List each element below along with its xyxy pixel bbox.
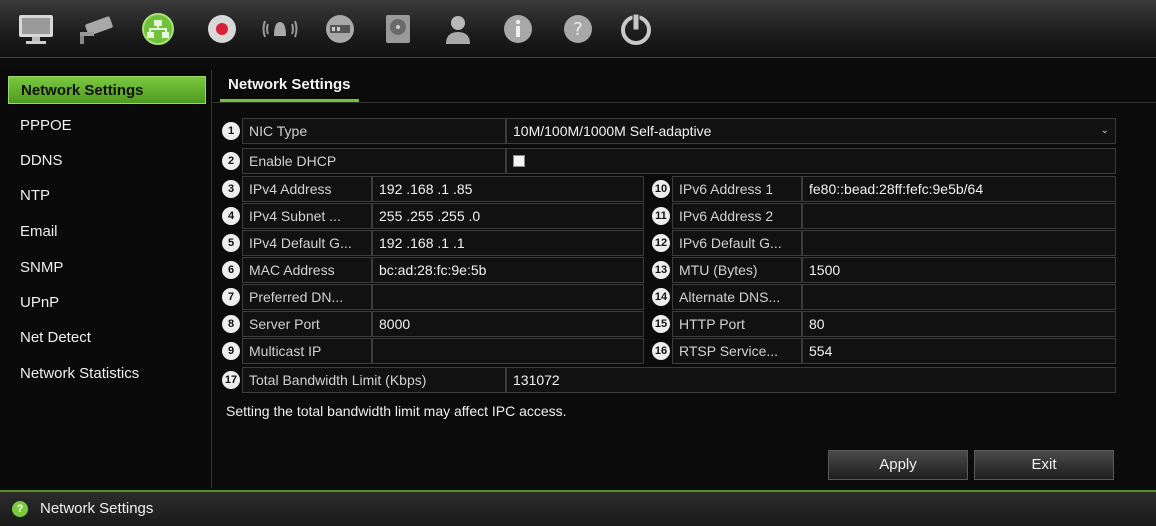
callout-number: 12: [652, 234, 670, 252]
enable-dhcp-row: 2 Enable DHCP: [222, 148, 1118, 174]
sidebar-item-network-settings[interactable]: Network Settings: [8, 76, 206, 104]
callout-number: 1: [222, 122, 240, 140]
http-port-label: HTTP Port: [672, 311, 802, 337]
field-row: 5 IPv4 Default G... 192 .168 .1 .1 12 IP…: [222, 230, 1118, 256]
sidebar-item-ddns[interactable]: DDNS: [8, 147, 206, 175]
sidebar: Network Settings PPPOE DDNS NTP Email SN…: [0, 70, 212, 488]
tab-divider: [212, 102, 1156, 103]
mtu-label: MTU (Bytes): [672, 257, 802, 283]
camera-icon[interactable]: [74, 10, 118, 48]
power-icon[interactable]: [614, 10, 658, 48]
nic-type-row: 1 NIC Type 10M/100M/1000M Self-adaptive …: [222, 118, 1118, 144]
enable-dhcp-cell: [506, 148, 1116, 174]
http-port-field[interactable]: 80: [802, 311, 1116, 337]
sidebar-item-email[interactable]: Email: [8, 218, 206, 246]
bandwidth-label: Total Bandwidth Limit (Kbps): [242, 367, 506, 393]
callout-number: 8: [222, 315, 240, 333]
field-row: 9 Multicast IP 16 RTSP Service... 554: [222, 338, 1118, 364]
ipv6-gateway-label: IPv6 Default G...: [672, 230, 802, 256]
callout-number: 2: [222, 152, 240, 170]
enable-dhcp-checkbox[interactable]: [513, 155, 525, 168]
ipv4-gateway-label: IPv4 Default G...: [242, 230, 372, 256]
exit-button[interactable]: Exit: [974, 450, 1114, 480]
chevron-down-icon: ⌄: [1100, 125, 1109, 136]
callout-number: 7: [222, 288, 240, 306]
alternate-dns-field[interactable]: [802, 284, 1116, 310]
svg-text:?: ?: [573, 19, 583, 40]
help-icon[interactable]: ?: [556, 10, 600, 48]
multicast-ip-field[interactable]: [372, 338, 644, 364]
alarm-icon[interactable]: [258, 10, 302, 48]
sidebar-item-network-statistics[interactable]: Network Statistics: [8, 360, 206, 388]
server-port-label: Server Port: [242, 311, 372, 337]
top-menu-bar: ?: [0, 0, 1156, 58]
sidebar-item-ntp[interactable]: NTP: [8, 182, 206, 210]
ipv4-address-label: IPv4 Address: [242, 176, 372, 202]
callout-number: 9: [222, 342, 240, 360]
ipv4-subnet-field[interactable]: 255 .255 .255 .0: [372, 203, 644, 229]
callout-number: 15: [652, 315, 670, 333]
main-panel: Network Settings 1 NIC Type 10M/100M/100…: [212, 70, 1156, 488]
bandwidth-row: 17 Total Bandwidth Limit (Kbps) 131072: [222, 367, 1118, 393]
callout-number: 6: [222, 261, 240, 279]
field-row: 6 MAC Address bc:ad:28:fc:9e:5b 13 MTU (…: [222, 257, 1118, 283]
server-port-field[interactable]: 8000: [372, 311, 644, 337]
nic-type-select[interactable]: 10M/100M/1000M Self-adaptive ⌄: [506, 118, 1116, 144]
info-icon[interactable]: [496, 10, 540, 48]
ipv6-address-1-field[interactable]: fe80::bead:28ff:fefc:9e5b/64: [802, 176, 1116, 202]
nic-type-value: 10M/100M/1000M Self-adaptive: [513, 123, 712, 139]
callout-number: 16: [652, 342, 670, 360]
ipv4-gateway-field[interactable]: 192 .168 .1 .1: [372, 230, 644, 256]
sidebar-item-net-detect[interactable]: Net Detect: [8, 324, 206, 352]
field-row: 8 Server Port 8000 15 HTTP Port 80: [222, 311, 1118, 337]
sidebar-item-snmp[interactable]: SNMP: [8, 254, 206, 282]
user-icon[interactable]: [436, 10, 480, 48]
callout-number: 5: [222, 234, 240, 252]
ipv4-subnet-label: IPv4 Subnet ...: [242, 203, 372, 229]
callout-number: 14: [652, 288, 670, 306]
rtsp-service-field[interactable]: 554: [802, 338, 1116, 364]
callout-number: 3: [222, 180, 240, 198]
status-bar: ? Network Settings: [0, 490, 1156, 526]
field-row: 3 IPv4 Address 192 .168 .1 .85 10 IPv6 A…: [222, 176, 1118, 202]
status-text: Network Settings: [40, 500, 154, 517]
help-status-icon: ?: [12, 501, 28, 517]
callout-number: 17: [222, 371, 240, 389]
field-row: 4 IPv4 Subnet ... 255 .255 .255 .0 11 IP…: [222, 203, 1118, 229]
callout-number: 4: [222, 207, 240, 225]
record-icon[interactable]: [200, 10, 244, 48]
multicast-ip-label: Multicast IP: [242, 338, 372, 364]
ipv6-address-2-field[interactable]: [802, 203, 1116, 229]
tab-network-settings[interactable]: Network Settings: [220, 70, 359, 102]
ipv4-address-field[interactable]: 192 .168 .1 .85: [372, 176, 644, 202]
field-row: 7 Preferred DN... 14 Alternate DNS...: [222, 284, 1118, 310]
ipv6-address-2-label: IPv6 Address 2: [672, 203, 802, 229]
rtsp-service-label: RTSP Service...: [672, 338, 802, 364]
callout-number: 10: [652, 180, 670, 198]
sidebar-item-upnp[interactable]: UPnP: [8, 289, 206, 317]
preferred-dns-label: Preferred DN...: [242, 284, 372, 310]
mac-address-field: bc:ad:28:fc:9e:5b: [372, 257, 644, 283]
hdd-icon[interactable]: [376, 10, 420, 48]
preferred-dns-field[interactable]: [372, 284, 644, 310]
bandwidth-note: Setting the total bandwidth limit may af…: [226, 403, 567, 419]
network-icon[interactable]: [136, 10, 180, 48]
apply-button[interactable]: Apply: [828, 450, 968, 480]
monitor-icon[interactable]: [14, 10, 58, 48]
device-icon[interactable]: [318, 10, 362, 48]
alternate-dns-label: Alternate DNS...: [672, 284, 802, 310]
sidebar-item-pppoe[interactable]: PPPOE: [8, 112, 206, 140]
callout-number: 13: [652, 261, 670, 279]
ipv6-address-1-label: IPv6 Address 1: [672, 176, 802, 202]
bandwidth-field[interactable]: 131072: [506, 367, 1116, 393]
mac-address-label: MAC Address: [242, 257, 372, 283]
dvr-network-settings-screen: ? Network Settings PPPOE DDNS NTP Email …: [0, 0, 1156, 526]
callout-number: 11: [652, 207, 670, 225]
mtu-field[interactable]: 1500: [802, 257, 1116, 283]
ipv6-gateway-field[interactable]: [802, 230, 1116, 256]
nic-type-label: NIC Type: [242, 118, 506, 144]
enable-dhcp-label: Enable DHCP: [242, 148, 506, 174]
